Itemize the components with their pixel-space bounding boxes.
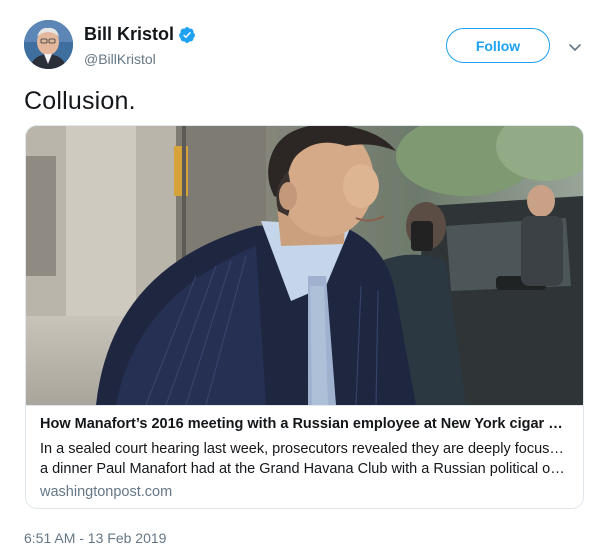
user-handle[interactable]: @BillKristol bbox=[84, 51, 156, 67]
display-name[interactable]: Bill Kristol bbox=[84, 24, 174, 45]
card-domain: washingtonpost.com bbox=[40, 484, 173, 500]
tweet-timestamp[interactable]: 6:51 AM - 13 Feb 2019 bbox=[24, 530, 166, 546]
news-photo bbox=[26, 126, 583, 405]
tweet-text: Collusion. bbox=[24, 87, 136, 115]
avatar-photo bbox=[24, 20, 73, 69]
avatar[interactable] bbox=[24, 20, 73, 69]
card-image[interactable] bbox=[26, 126, 583, 405]
card-title[interactable]: How Manafort’s 2016 meeting with a Russi… bbox=[40, 416, 570, 432]
card-description: In a sealed court hearing last week, pro… bbox=[40, 439, 570, 479]
follow-button[interactable]: Follow bbox=[446, 28, 550, 63]
link-preview-card[interactable]: How Manafort’s 2016 meeting with a Russi… bbox=[25, 125, 584, 509]
card-body[interactable]: How Manafort’s 2016 meeting with a Russi… bbox=[26, 405, 583, 508]
tweet: Bill Kristol @BillKristol Follow Collusi… bbox=[0, 0, 616, 559]
chevron-down-icon[interactable] bbox=[566, 38, 584, 56]
verified-badge-icon bbox=[178, 26, 196, 44]
author-name-row[interactable]: Bill Kristol bbox=[84, 24, 196, 45]
card-description-line: In a sealed court hearing last week, pro… bbox=[40, 441, 570, 457]
card-description-line: a dinner Paul Manafort had at the Grand … bbox=[40, 461, 570, 477]
